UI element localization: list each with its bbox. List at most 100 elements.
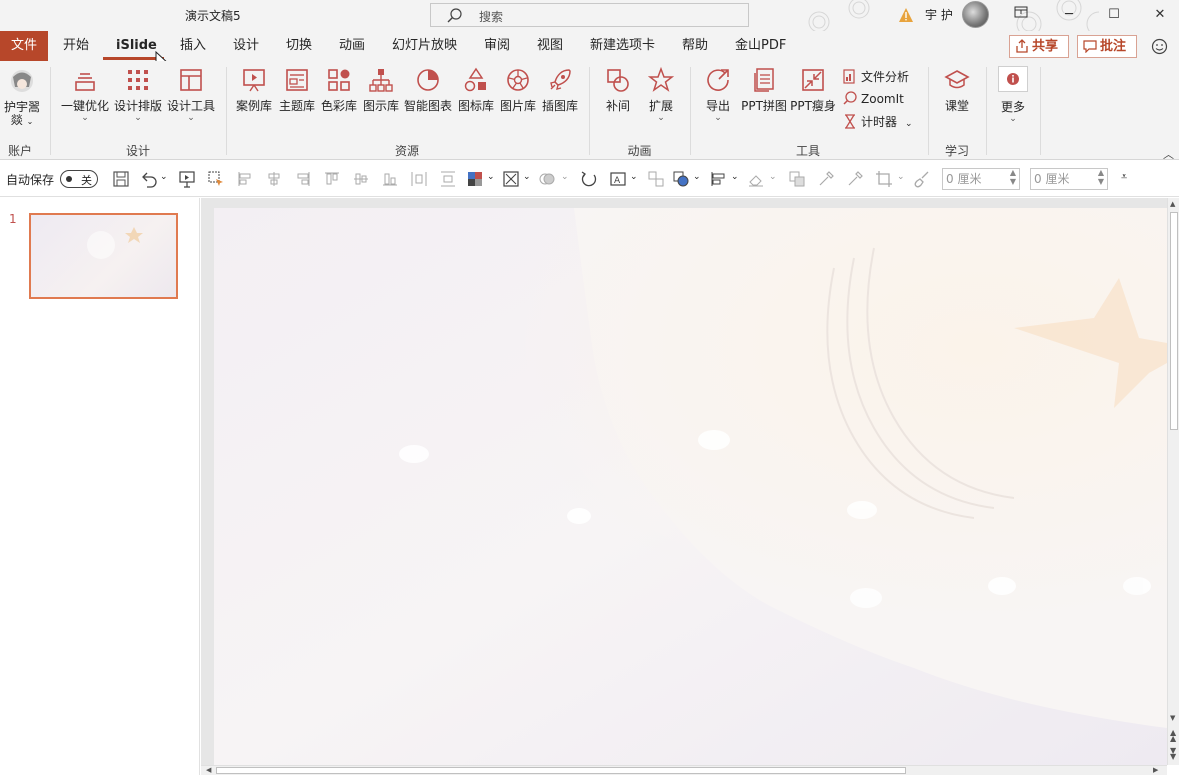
slide-thumbnail[interactable]	[29, 213, 178, 299]
one-click-optimize-button[interactable]: 一键优化 ⌄	[60, 67, 110, 137]
shape-height-spinner[interactable]: 0 厘米 ▲ ▼	[1030, 168, 1108, 190]
close-icon[interactable]: ✕	[1149, 4, 1171, 26]
diagram-library-button[interactable]: 图示库	[361, 67, 401, 137]
scroll-down-icon[interactable]: ▼	[1170, 714, 1175, 722]
format-painter-icon[interactable]	[913, 170, 931, 188]
align-objects-icon[interactable]	[709, 170, 727, 188]
distribute-horizontal-icon[interactable]	[410, 170, 428, 188]
customize-toolbar-icon[interactable]: ⩡	[1121, 170, 1127, 184]
tab-design[interactable]: 设计	[233, 31, 259, 61]
rotate-icon[interactable]	[580, 170, 598, 188]
icon-library-button[interactable]: 图标库	[456, 67, 496, 137]
file-analysis-button[interactable]: 文件分析	[843, 67, 909, 87]
collapse-ribbon-icon[interactable]: ︿	[1163, 146, 1174, 162]
align-top-icon[interactable]	[323, 170, 341, 188]
ppt-collage-button[interactable]: PPT拼图	[739, 67, 789, 137]
minimize-icon[interactable]: ─	[1058, 4, 1080, 26]
feedback-smiley-icon[interactable]	[1151, 38, 1168, 55]
outline-dropdown-icon[interactable]: ⌄	[523, 172, 531, 182]
image-library-button[interactable]: 图片库	[498, 67, 538, 137]
user-name[interactable]: 宇 护	[925, 6, 953, 23]
crop-dropdown-icon[interactable]: ⌄	[897, 172, 905, 182]
comments-button[interactable]: 批注	[1077, 35, 1137, 58]
previous-slide-icon[interactable]: ▲ ▲	[1170, 729, 1176, 743]
shape-outline-icon[interactable]	[502, 170, 520, 188]
align-center-icon[interactable]	[265, 170, 283, 188]
horizontal-scrollbar[interactable]: ◀ ▶	[201, 765, 1167, 775]
case-library-button[interactable]: 案例库	[234, 67, 274, 137]
tab-slideshow[interactable]: 幻灯片放映	[392, 31, 457, 61]
align-bottom-icon[interactable]	[381, 170, 399, 188]
design-layout-button[interactable]: 设计排版 ⌄	[113, 67, 163, 137]
tab-help[interactable]: 帮助	[682, 31, 708, 61]
undo-icon[interactable]	[140, 170, 158, 188]
tab-review[interactable]: 审阅	[484, 31, 510, 61]
scroll-left-icon[interactable]: ◀	[206, 766, 211, 774]
tab-transitions[interactable]: 切换	[286, 31, 312, 61]
ribbon-display-options-icon[interactable]	[1010, 4, 1032, 26]
search-box[interactable]: 搜索	[430, 3, 749, 27]
tab-view[interactable]: 视图	[537, 31, 563, 61]
scroll-up-icon[interactable]: ▲	[1170, 200, 1175, 208]
user-avatar[interactable]	[962, 1, 989, 28]
ribbon-tabs: 文件 开始 iSlide 插入 设计 切换 动画 幻灯片放映 审阅 视图 新建选…	[0, 31, 1179, 70]
present-icon[interactable]	[178, 170, 196, 188]
text-box-icon[interactable]: A	[609, 170, 627, 188]
align-right-icon[interactable]	[294, 170, 312, 188]
merge-dropdown-icon[interactable]: ⌄	[561, 172, 569, 182]
ppt-slim-button[interactable]: PPT瘦身	[790, 67, 836, 137]
insert-shapes-icon[interactable]	[672, 170, 690, 188]
align-dropdown-icon[interactable]: ⌄	[731, 172, 739, 182]
export-button[interactable]: 导出 ⌄	[700, 67, 736, 137]
tab-animations[interactable]: 动画	[339, 31, 365, 61]
tween-button[interactable]: 补间	[598, 67, 638, 137]
align-left-icon[interactable]	[236, 170, 254, 188]
pen-icon[interactable]	[846, 170, 864, 188]
spinner-arrows-icon[interactable]: ▲ ▼	[1010, 168, 1016, 186]
bring-forward-icon[interactable]	[788, 170, 806, 188]
select-shape-icon[interactable]	[207, 170, 225, 188]
timer-button[interactable]: 计时器 ⌄	[843, 112, 913, 132]
vertical-scrollbar[interactable]: ▲ ▼ ▲ ▲ ▼ ▼	[1167, 198, 1179, 765]
tab-file[interactable]: 文件	[0, 31, 48, 61]
zoomit-button[interactable]: ZoomIt	[843, 89, 904, 109]
tab-new-tab[interactable]: 新建选项卡	[590, 31, 655, 61]
tab-insert[interactable]: 插入	[180, 31, 206, 61]
next-slide-icon[interactable]: ▼ ▼	[1170, 747, 1176, 761]
eyedropper-icon[interactable]	[817, 170, 835, 188]
shapes-dropdown-icon[interactable]: ⌄	[693, 172, 701, 182]
warning-icon[interactable]	[898, 7, 914, 23]
fill-color-icon[interactable]	[466, 170, 484, 188]
color-library-button[interactable]: 色彩库	[319, 67, 359, 137]
account-button[interactable]: 护宇翯 燚 ⌄	[2, 67, 42, 137]
shape-width-spinner[interactable]: 0 厘米 ▲ ▼	[942, 168, 1020, 190]
horizontal-scroll-thumb[interactable]	[216, 767, 906, 774]
share-button[interactable]: 共享	[1009, 35, 1069, 58]
classroom-button[interactable]: 课堂	[937, 67, 977, 137]
vertical-scroll-thumb[interactable]	[1170, 212, 1178, 430]
crop-icon[interactable]	[875, 170, 893, 188]
illustration-library-button[interactable]: 插图库	[540, 67, 580, 137]
align-middle-icon[interactable]	[352, 170, 370, 188]
extend-button[interactable]: 扩展 ⌄	[641, 67, 681, 137]
distribute-vertical-icon[interactable]	[439, 170, 457, 188]
fill-dropdown-icon[interactable]: ⌄	[487, 172, 495, 182]
spinner-arrows-icon[interactable]: ▲ ▼	[1098, 168, 1104, 186]
eraser-dropdown-icon[interactable]: ⌄	[769, 172, 777, 182]
merge-shapes-icon[interactable]	[538, 170, 556, 188]
design-tools-button[interactable]: 设计工具 ⌄	[166, 67, 216, 137]
tab-kingsoft-pdf[interactable]: 金山PDF	[735, 31, 786, 61]
eraser-icon[interactable]	[747, 170, 765, 188]
group-objects-icon[interactable]	[647, 170, 665, 188]
text-box-dropdown-icon[interactable]: ⌄	[630, 172, 638, 182]
save-icon[interactable]	[112, 170, 130, 188]
undo-dropdown-icon[interactable]: ⌄	[160, 172, 168, 182]
more-button[interactable]: 更多 ⌄	[996, 66, 1030, 136]
maximize-icon[interactable]: ☐	[1103, 4, 1125, 26]
theme-library-button[interactable]: 主题库	[277, 67, 317, 137]
smart-chart-button[interactable]: 智能图表	[403, 67, 453, 137]
scroll-right-icon[interactable]: ▶	[1153, 766, 1158, 774]
tab-home[interactable]: 开始	[63, 31, 89, 61]
slide-canvas[interactable]	[214, 208, 1167, 768]
autosave-toggle[interactable]: 关	[60, 170, 98, 188]
